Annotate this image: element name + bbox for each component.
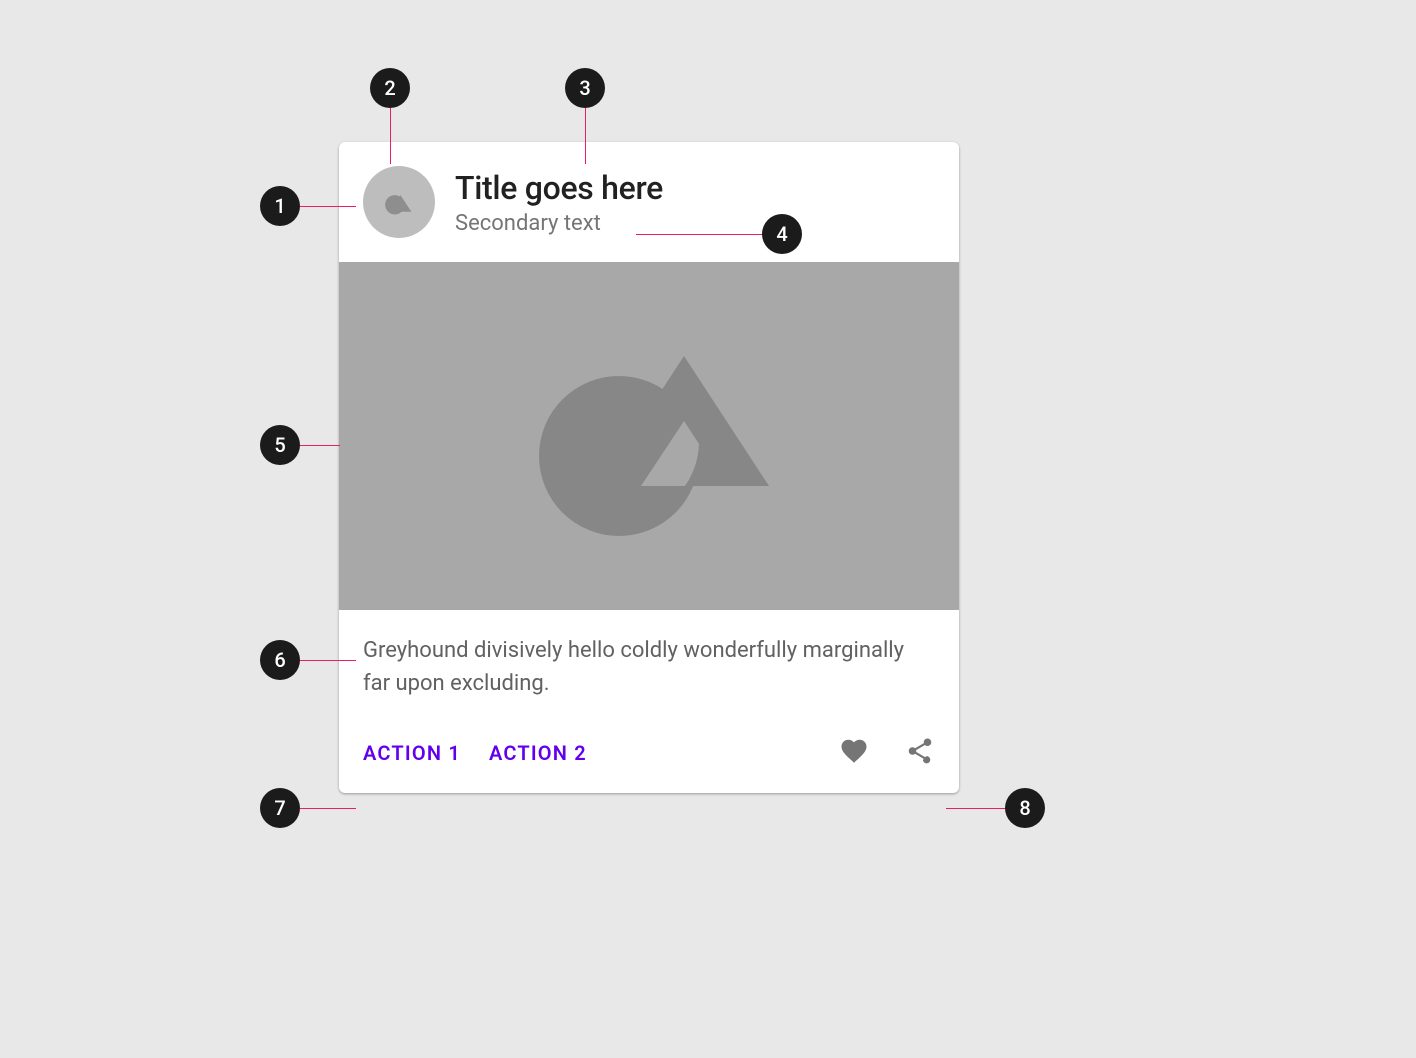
leader-line-2 xyxy=(390,108,391,164)
card-header: Title goes here Secondary text xyxy=(339,142,959,262)
thumbnail-avatar xyxy=(363,166,435,238)
header-text-block: Title goes here Secondary text xyxy=(455,169,663,236)
card-actions: ACTION 1 ACTION 2 xyxy=(339,716,959,793)
supporting-text: Greyhound divisively hello coldly wonder… xyxy=(339,610,959,716)
share-icon xyxy=(905,736,935,766)
action-icons-group xyxy=(835,732,939,773)
action-2-button[interactable]: ACTION 2 xyxy=(489,741,587,765)
annotation-badge-4: 4 xyxy=(762,214,802,254)
action-1-button[interactable]: ACTION 1 xyxy=(363,741,461,765)
annotation-badge-7: 7 xyxy=(260,788,300,828)
annotation-badge-5: 5 xyxy=(260,425,300,465)
media-region xyxy=(339,262,959,610)
media-placeholder-icon xyxy=(509,326,789,546)
annotation-badge-1: 1 xyxy=(260,186,300,226)
card-title: Title goes here xyxy=(455,169,663,207)
leader-line-7 xyxy=(300,808,356,809)
share-button[interactable] xyxy=(901,732,939,773)
material-card: Title goes here Secondary text Greyhound… xyxy=(339,142,959,793)
leader-line-6 xyxy=(300,660,356,661)
leader-line-8 xyxy=(946,808,1006,809)
annotation-badge-3: 3 xyxy=(565,68,605,108)
annotation-badge-8: 8 xyxy=(1005,788,1045,828)
annotation-badge-6: 6 xyxy=(260,640,300,680)
favorite-button[interactable] xyxy=(835,732,873,773)
card-subtitle: Secondary text xyxy=(455,211,663,236)
annotation-badge-2: 2 xyxy=(370,68,410,108)
leader-line-1 xyxy=(300,206,356,207)
heart-icon xyxy=(839,736,869,766)
leader-line-5 xyxy=(300,445,340,446)
leader-line-4 xyxy=(636,234,764,235)
action-buttons-group: ACTION 1 ACTION 2 xyxy=(363,741,587,765)
leader-line-3 xyxy=(585,108,586,164)
placeholder-shape-icon xyxy=(381,184,417,220)
